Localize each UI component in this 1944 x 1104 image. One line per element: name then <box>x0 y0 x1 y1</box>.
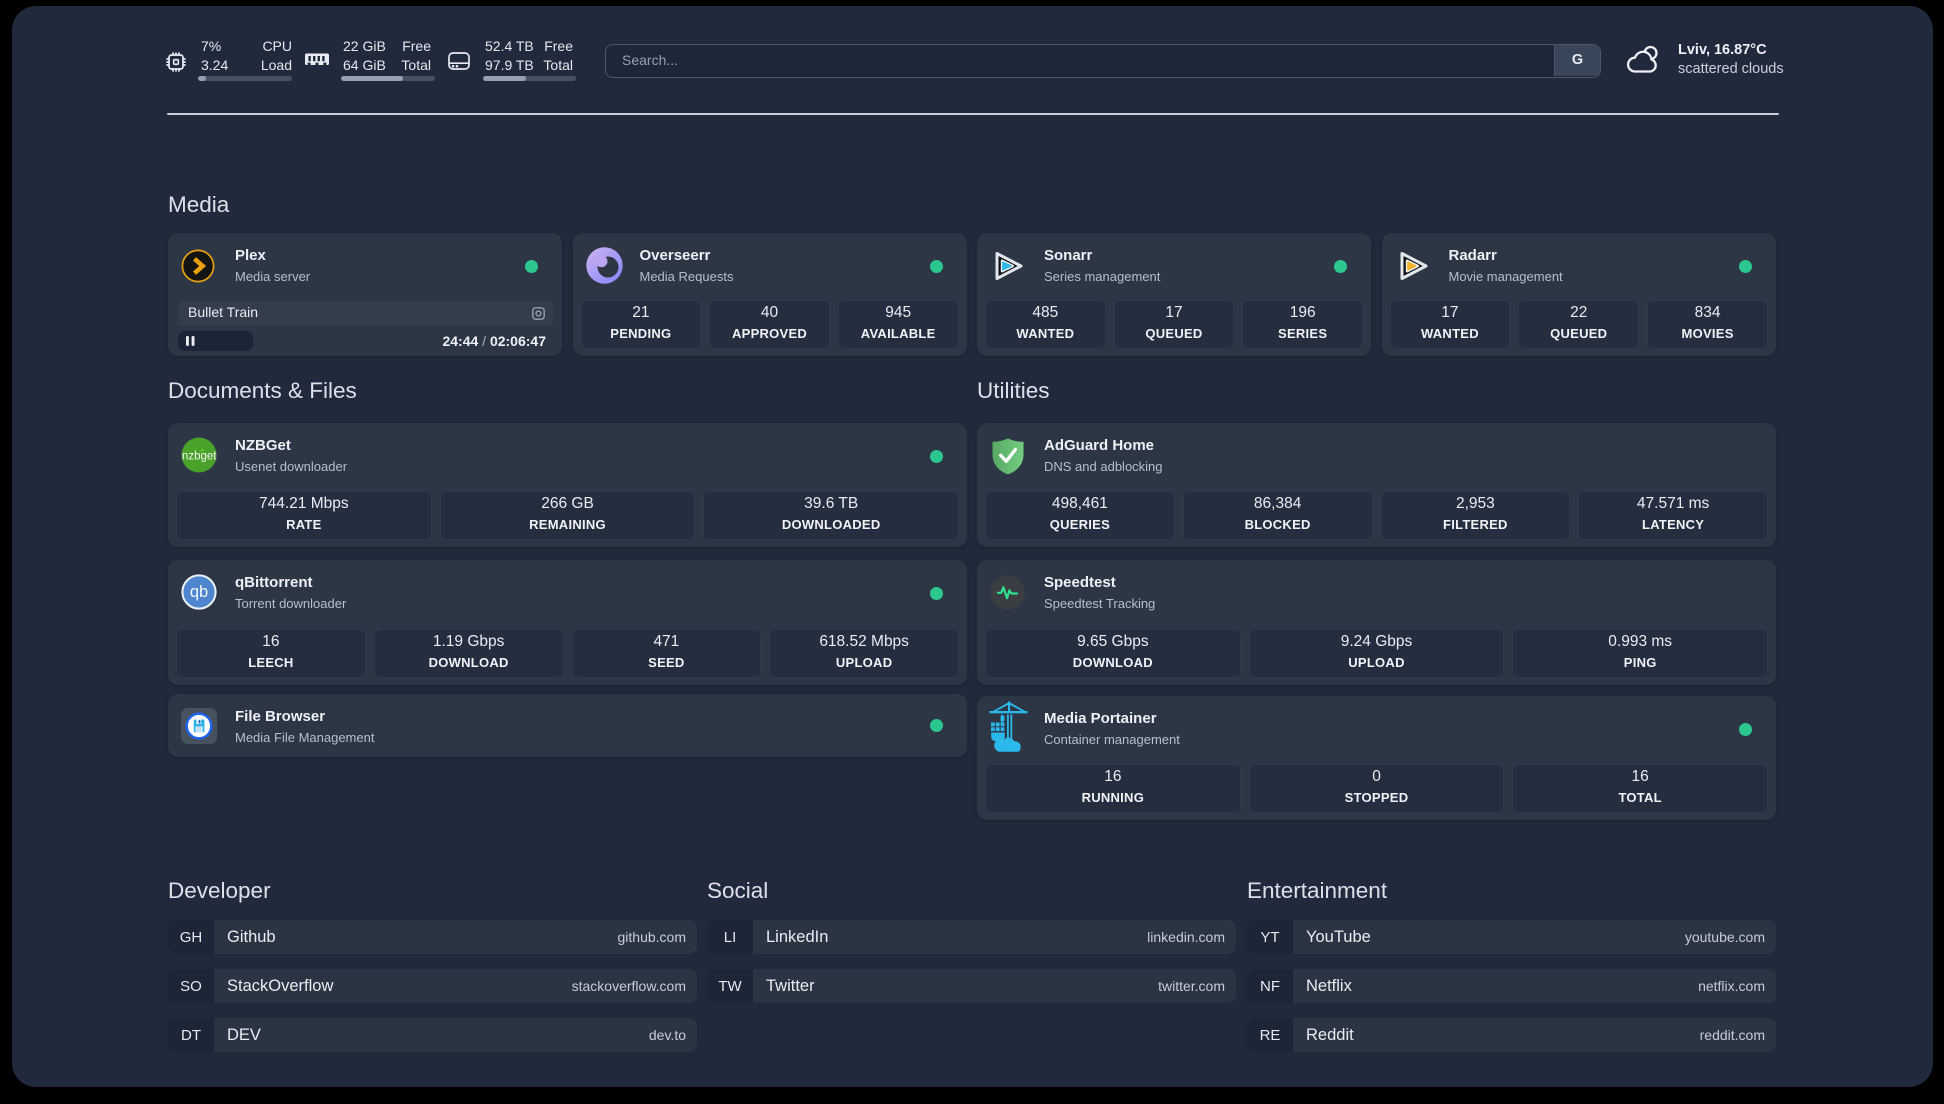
svg-text:nzbget: nzbget <box>182 450 217 462</box>
svg-text:qb: qb <box>190 583 208 601</box>
